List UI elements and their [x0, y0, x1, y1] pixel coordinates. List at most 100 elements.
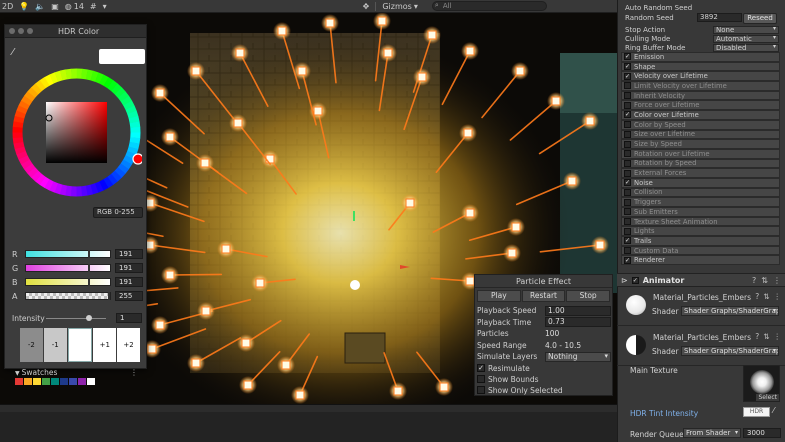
image-icon[interactable]: ▣ — [51, 2, 59, 11]
effects-toggle[interactable]: ◍ 14 — [65, 2, 84, 11]
render-queue-input[interactable]: 3000 — [743, 428, 781, 438]
component-menu-icon[interactable]: ⋮ — [774, 292, 782, 301]
option-resimulate[interactable]: ✓ Resimulate — [475, 363, 612, 374]
render-queue-dropdown[interactable]: From Shader — [683, 428, 741, 438]
stop-button[interactable]: Stop — [566, 290, 611, 302]
color-model-dropdown[interactable]: RGB 0-255 — [93, 207, 143, 218]
module-checkbox[interactable] — [624, 169, 631, 177]
module-texture-sheet-animation[interactable]: Texture Sheet Animation — [621, 216, 780, 227]
module-sub-emitters[interactable]: Sub Emitters — [621, 207, 780, 217]
window-close-icon[interactable] — [9, 28, 15, 34]
preset-icon[interactable]: ⇅ — [761, 276, 768, 285]
channel-input-a[interactable]: 255 — [115, 291, 143, 301]
help-icon[interactable]: ? — [752, 276, 756, 285]
gizmos-dropdown[interactable]: Gizmos ▾ — [382, 2, 418, 11]
palette-swatch[interactable] — [33, 378, 41, 385]
more-dropdown-icon[interactable]: ▾ — [103, 2, 107, 11]
exposure-swatch[interactable]: -2 — [20, 328, 43, 362]
channel-slider-g[interactable] — [25, 264, 111, 272]
palette-swatch[interactable] — [42, 378, 50, 385]
module-color-by-speed[interactable]: Color by Speed — [621, 119, 780, 130]
shader-dropdown-2[interactable]: Shader Graphs/ShaderGraph — [681, 346, 779, 356]
palette-swatch[interactable] — [78, 378, 86, 385]
exposure-swatch[interactable]: +2 — [117, 328, 140, 362]
module-checkbox[interactable]: ✓ — [624, 111, 631, 119]
audio-icon[interactable]: 🔈 — [35, 2, 45, 11]
checkbox[interactable] — [477, 386, 485, 394]
palette-swatch[interactable] — [69, 378, 77, 385]
module-size-by-speed[interactable]: Size by Speed — [621, 139, 780, 149]
module-checkbox[interactable]: ✓ — [624, 63, 631, 71]
module-emission[interactable]: ✓ Emission — [621, 52, 780, 62]
module-renderer[interactable]: ✓ Renderer — [621, 255, 780, 266]
component-menu-icon[interactable]: ⋮ — [774, 332, 782, 341]
exposure-swatch[interactable]: -1 — [43, 328, 67, 362]
channel-input-g[interactable]: 191 — [115, 263, 143, 273]
module-collision[interactable]: Collision — [621, 187, 780, 198]
channel-slider-thumb[interactable] — [108, 292, 110, 300]
module-checkbox[interactable] — [624, 150, 631, 158]
simulate-layers-dropdown[interactable]: Nothing — [545, 351, 611, 362]
channel-input-b[interactable]: 191 — [115, 277, 143, 287]
main-texture-slot[interactable]: Select — [743, 365, 780, 402]
channel-input-r[interactable]: 191 — [115, 249, 143, 259]
scene-search-input[interactable]: All — [431, 1, 547, 11]
hdr-tint-color-field[interactable]: HDR — [743, 407, 770, 417]
playback-time-input[interactable]: 0.73 — [545, 317, 611, 328]
palette-swatch[interactable] — [51, 378, 59, 385]
module-checkbox[interactable] — [624, 130, 631, 138]
module-size-over-lifetime[interactable]: Size over Lifetime — [621, 129, 780, 140]
module-rotation-over-lifetime[interactable]: Rotation over Lifetime — [621, 148, 780, 159]
module-noise[interactable]: ✓ Noise — [621, 177, 780, 188]
option-show-bounds[interactable]: Show Bounds — [475, 374, 612, 385]
checkbox[interactable] — [477, 375, 485, 383]
channel-slider-thumb[interactable] — [87, 250, 90, 258]
module-inherit-velocity[interactable]: Inherit Velocity — [621, 90, 780, 101]
swatches-menu-icon[interactable]: ⋮ — [130, 368, 138, 377]
hdr-color-titlebar[interactable]: HDR Color — [5, 25, 146, 38]
window-minimize-icon[interactable] — [18, 28, 24, 34]
module-checkbox[interactable] — [624, 188, 631, 196]
grid-icon[interactable]: # — [90, 2, 97, 11]
module-checkbox[interactable] — [624, 82, 631, 90]
hdr-color-window[interactable]: HDR Color ⁄ RGB 0-255 R 191 G 191 B 191 A 255 — [4, 24, 147, 385]
2d-toggle[interactable]: 2D — [2, 2, 13, 11]
module-checkbox[interactable] — [624, 159, 631, 167]
lighting-icon[interactable]: 💡 — [19, 2, 29, 11]
scene-view[interactable]: 2D 💡 🔈 ▣ ◍14 # ▾ ✥ Gizmos▾ All — [0, 0, 617, 404]
exposure-swatch[interactable] — [67, 328, 93, 362]
palette-swatch[interactable] — [24, 378, 32, 385]
palette-swatch[interactable] — [60, 378, 68, 385]
reseed-button[interactable]: Reseed — [743, 13, 777, 24]
channel-slider-r[interactable] — [25, 250, 111, 258]
module-lights[interactable]: Lights — [621, 226, 780, 237]
shader-dropdown-1[interactable]: Shader Graphs/ShaderGraph — [681, 306, 779, 316]
stop-action-dropdown[interactable]: None — [713, 25, 779, 34]
module-velocity-over-lifetime[interactable]: ✓ Velocity over Lifetime — [621, 71, 780, 82]
module-shape[interactable]: ✓ Shape — [621, 61, 780, 72]
hue-selector[interactable] — [132, 153, 142, 165]
preset-icon[interactable]: ⇅ — [763, 332, 769, 341]
channel-slider-thumb[interactable] — [87, 278, 90, 286]
module-checkbox[interactable]: ✓ — [624, 237, 631, 245]
preset-icon[interactable]: ⇅ — [763, 292, 769, 301]
checkbox[interactable]: ✓ — [477, 364, 485, 372]
module-checkbox[interactable] — [624, 92, 631, 100]
eyedropper-icon[interactable]: ⁄ — [773, 406, 774, 415]
module-color-over-lifetime[interactable]: ✓ Color over Lifetime — [621, 110, 780, 120]
module-limit-velocity-over-lifetime[interactable]: Limit Velocity over Lifetime — [621, 81, 780, 91]
eyedropper-icon[interactable]: ⁄ — [12, 47, 14, 58]
module-checkbox[interactable] — [624, 247, 631, 255]
module-external-forces[interactable]: External Forces — [621, 168, 780, 178]
tools-icon[interactable]: ✥ — [363, 2, 370, 11]
intensity-input[interactable]: 1 — [116, 313, 142, 323]
module-checkbox[interactable]: ✓ — [624, 53, 631, 61]
help-icon[interactable]: ? — [755, 292, 759, 301]
module-triggers[interactable]: Triggers — [621, 197, 780, 207]
module-checkbox[interactable] — [624, 218, 631, 226]
channel-slider-a[interactable] — [25, 292, 111, 300]
palette-swatch[interactable] — [87, 378, 95, 385]
channel-slider-b[interactable] — [25, 278, 111, 286]
module-checkbox[interactable] — [624, 140, 631, 148]
module-force-over-lifetime[interactable]: Force over Lifetime — [621, 100, 780, 111]
